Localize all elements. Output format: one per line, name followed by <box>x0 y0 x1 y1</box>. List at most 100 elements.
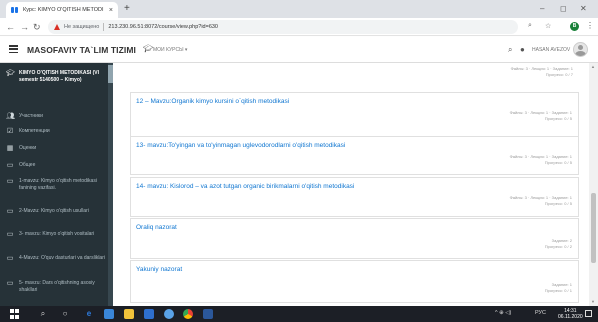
keyboard-language[interactable]: РУС <box>535 310 546 316</box>
url-text: 213.230.96.51:8072/course/view.php?id=63… <box>108 24 218 30</box>
forward-arrow-icon[interactable]: → <box>20 21 29 33</box>
progress-text: Прогресс: 0 / 1 <box>544 288 572 293</box>
reload-icon[interactable]: ↻ <box>33 21 41 33</box>
maximize-button[interactable]: ◻ <box>560 3 567 15</box>
browser-menu-icon[interactable]: ⋮ <box>586 21 594 30</box>
profile-avatar-icon[interactable]: B <box>570 22 579 31</box>
file-explorer-icon[interactable] <box>124 309 134 319</box>
sidebar-item-topic-1[interactable]: ▭ 1-mavzu: Kimyo o'qitish metodikasi fan… <box>6 178 106 191</box>
sidebar-item-competencies[interactable]: ☑ Компетенции <box>6 128 106 136</box>
sidebar-item-participants[interactable]: 👥︎ Участники <box>6 113 106 121</box>
section-card: 12 – Mavzu:Organik kimyo kursini o`qitis… <box>130 92 579 138</box>
sidebar-item-label: 4-Mavzu: O'quv dasturlari va darsliklari <box>19 255 105 261</box>
progress-text: Прогресс: 0 / 5 <box>544 160 572 165</box>
address-bar: ← → ↻ Не защищено 213.230.96.51:8072/cou… <box>0 18 598 36</box>
sidebar-course-title: KIMYO O'QITISH METODIKASI (VI semestr 51… <box>19 70 99 83</box>
browser-tab[interactable]: Курс: KIMYO O'QITISH METODI × <box>6 2 118 18</box>
folder-icon: ▭ <box>6 162 14 169</box>
new-tab-button[interactable]: + <box>124 3 130 15</box>
sidebar-item-topic-4[interactable]: ▭ 4-Mavzu: O'quv dasturlari va darslikla… <box>6 255 106 263</box>
my-courses-menu[interactable]: МОИ КУРСЫ ▾ <box>153 47 187 53</box>
windows-taskbar: ⌕ ○ e ^ ⊕ ◁) РУС 14:31 06.11.2020 <box>0 306 598 322</box>
progress-text: Прогресс: 0 / 2 <box>544 244 572 249</box>
task-view-icon[interactable]: ○ <box>60 309 70 319</box>
tab-title: Курс: KIMYO O'QITISH METODI <box>23 7 104 13</box>
hamburger-menu-icon[interactable] <box>9 45 18 53</box>
edge-browser-icon[interactable]: e <box>84 309 94 319</box>
section-meta: Задание: 2 Прогресс: 0 / 2 <box>545 238 572 250</box>
zoom-icon[interactable]: ⌕ <box>528 22 532 30</box>
sidebar-item-course[interactable]: 🎓︎ KIMYO O'QITISH METODIKASI (VI semestr… <box>6 70 106 83</box>
not-secure-label: Не защищено <box>64 24 100 30</box>
sidebar-item-topic-2[interactable]: ▭ 2-Mavzu: Kimyo o'qitish usullari <box>6 208 106 216</box>
scroll-up-arrow-icon[interactable]: ▲ <box>591 64 595 69</box>
progress-text: Прогресс: 0 / 5 <box>544 116 572 121</box>
folder-icon: ▭ <box>6 231 14 238</box>
page-scrollbar[interactable]: ▲ ▼ <box>589 63 598 306</box>
section-title-link[interactable]: 13- mavzu:To'yingan va to'yinmagan uglev… <box>136 142 345 149</box>
bookmark-star-icon[interactable]: ☆ <box>545 22 551 30</box>
course-content: Файлы: 3 · Лекция: 1 · Задание: 1 Прогре… <box>113 63 589 306</box>
section-title-link[interactable]: Oraliq nazorat <box>136 224 177 231</box>
section-title-link[interactable]: 14- mavzu: Kislorod – va azot tutgan org… <box>136 183 354 190</box>
search-icon[interactable]: ⌕ <box>508 45 512 55</box>
section-summary-meta: Файлы: 3 · Лекция: 1 · Задание: 1 Прогре… <box>511 66 573 78</box>
moodle-favicon-icon <box>11 7 19 13</box>
chat-bubble-icon[interactable]: ● <box>520 45 525 54</box>
sidebar-item-topic-5[interactable]: ▭ 5- mavzu: Dars o'qitishning asosiy sha… <box>6 280 106 293</box>
word-icon[interactable] <box>203 309 213 319</box>
user-menu[interactable]: HASAN AVEZOV <box>532 47 570 53</box>
section-card: Oraliq nazorat Задание: 2 Прогресс: 0 / … <box>130 218 579 259</box>
search-icon[interactable]: ⌕ <box>38 309 48 319</box>
system-tray-icons[interactable]: ^ ⊕ ◁) <box>495 310 511 316</box>
sidebar-item-label: Компетенции <box>19 128 50 134</box>
browser-tab-strip: Курс: KIMYO O'QITISH METODI × + – ◻ ✕ <box>0 0 598 18</box>
notification-center-icon[interactable] <box>585 310 592 317</box>
mail-icon[interactable] <box>144 309 154 319</box>
grades-icon: ▦ <box>6 145 14 152</box>
site-header: MASOFAVIY TA`LIM TIZIMI 🎓︎ МОИ КУРСЫ ▾ ⌕… <box>0 37 598 63</box>
not-secure-warning-icon <box>54 24 60 30</box>
close-tab-icon[interactable]: × <box>109 7 113 14</box>
course-navigation-drawer: 🎓︎ KIMYO O'QITISH METODIKASI (VI semestr… <box>0 63 113 306</box>
store-icon[interactable] <box>104 309 114 319</box>
section-meta: Задание: 1 Прогресс: 0 / 1 <box>545 282 572 294</box>
folder-icon: ▭ <box>6 255 14 262</box>
sidebar-item-topic-3[interactable]: ▭ 3- mavzu: Kimyo o'qitish vositalari <box>6 231 106 239</box>
chrome-browser-icon[interactable] <box>183 309 193 319</box>
sidebar-item-label: Оценки <box>19 145 37 151</box>
user-avatar[interactable] <box>573 42 588 57</box>
url-input[interactable]: Не защищено 213.230.96.51:8072/course/vi… <box>48 20 518 34</box>
graduation-cap-icon: 🎓︎ <box>6 70 15 77</box>
folder-icon: ▭ <box>6 178 14 185</box>
section-meta: Файлы: 3 · Лекция: 1 · Задание: 1 Прогре… <box>510 154 572 166</box>
sidebar-item-label: 3- mavzu: Kimyo o'qitish vositalari <box>19 231 95 237</box>
app-icon[interactable] <box>164 309 174 319</box>
scroll-down-arrow-icon[interactable]: ▼ <box>591 299 595 304</box>
windows-start-icon[interactable] <box>10 309 20 319</box>
folder-icon: ▭ <box>6 280 14 287</box>
users-icon: 👥︎ <box>6 113 15 120</box>
sidebar-item-grades[interactable]: ▦ Оценки <box>6 145 106 153</box>
progress-text: Прогресс: 0 / 5 <box>544 201 572 206</box>
sidebar-item-label: Участники <box>19 113 43 119</box>
section-meta: Файлы: 3 · Лекция: 1 · Задание: 1 Прогре… <box>510 110 572 122</box>
minimize-button[interactable]: – <box>540 3 544 15</box>
site-name[interactable]: MASOFAVIY TA`LIM TIZIMI <box>27 45 136 55</box>
progress-text: Прогресс: 0 / 7 <box>545 72 573 77</box>
sidebar-item-label: 5- mavzu: Dars o'qitishning asosiy shakl… <box>19 280 95 293</box>
section-title-link[interactable]: 12 – Mavzu:Organik kimyo kursini o`qitis… <box>136 98 289 105</box>
url-separator <box>103 23 105 31</box>
back-arrow-icon[interactable]: ← <box>6 21 15 33</box>
taskbar-clock[interactable]: 14:31 06.11.2020 <box>558 308 583 320</box>
close-window-button[interactable]: ✕ <box>580 3 587 15</box>
page-scrollbar-thumb[interactable] <box>591 193 596 263</box>
sidebar-item-label: 2-Mavzu: Kimyo o'qitish usullari <box>19 208 89 214</box>
section-title-link[interactable]: Yakuniy nazorat <box>136 266 182 273</box>
sidebar-item-general[interactable]: ▭ Общее <box>6 162 106 170</box>
folder-icon: ▭ <box>6 208 14 215</box>
sidebar-item-label: 1-mavzu: Kimyo o'qitish metodikasi fanin… <box>19 178 97 191</box>
section-card: 14- mavzu: Kislorod – va azot tutgan org… <box>130 177 579 217</box>
graduation-cap-icon: 🎓︎ <box>143 44 154 53</box>
section-card: Yakuniy nazorat Задание: 1 Прогресс: 0 /… <box>130 260 579 303</box>
